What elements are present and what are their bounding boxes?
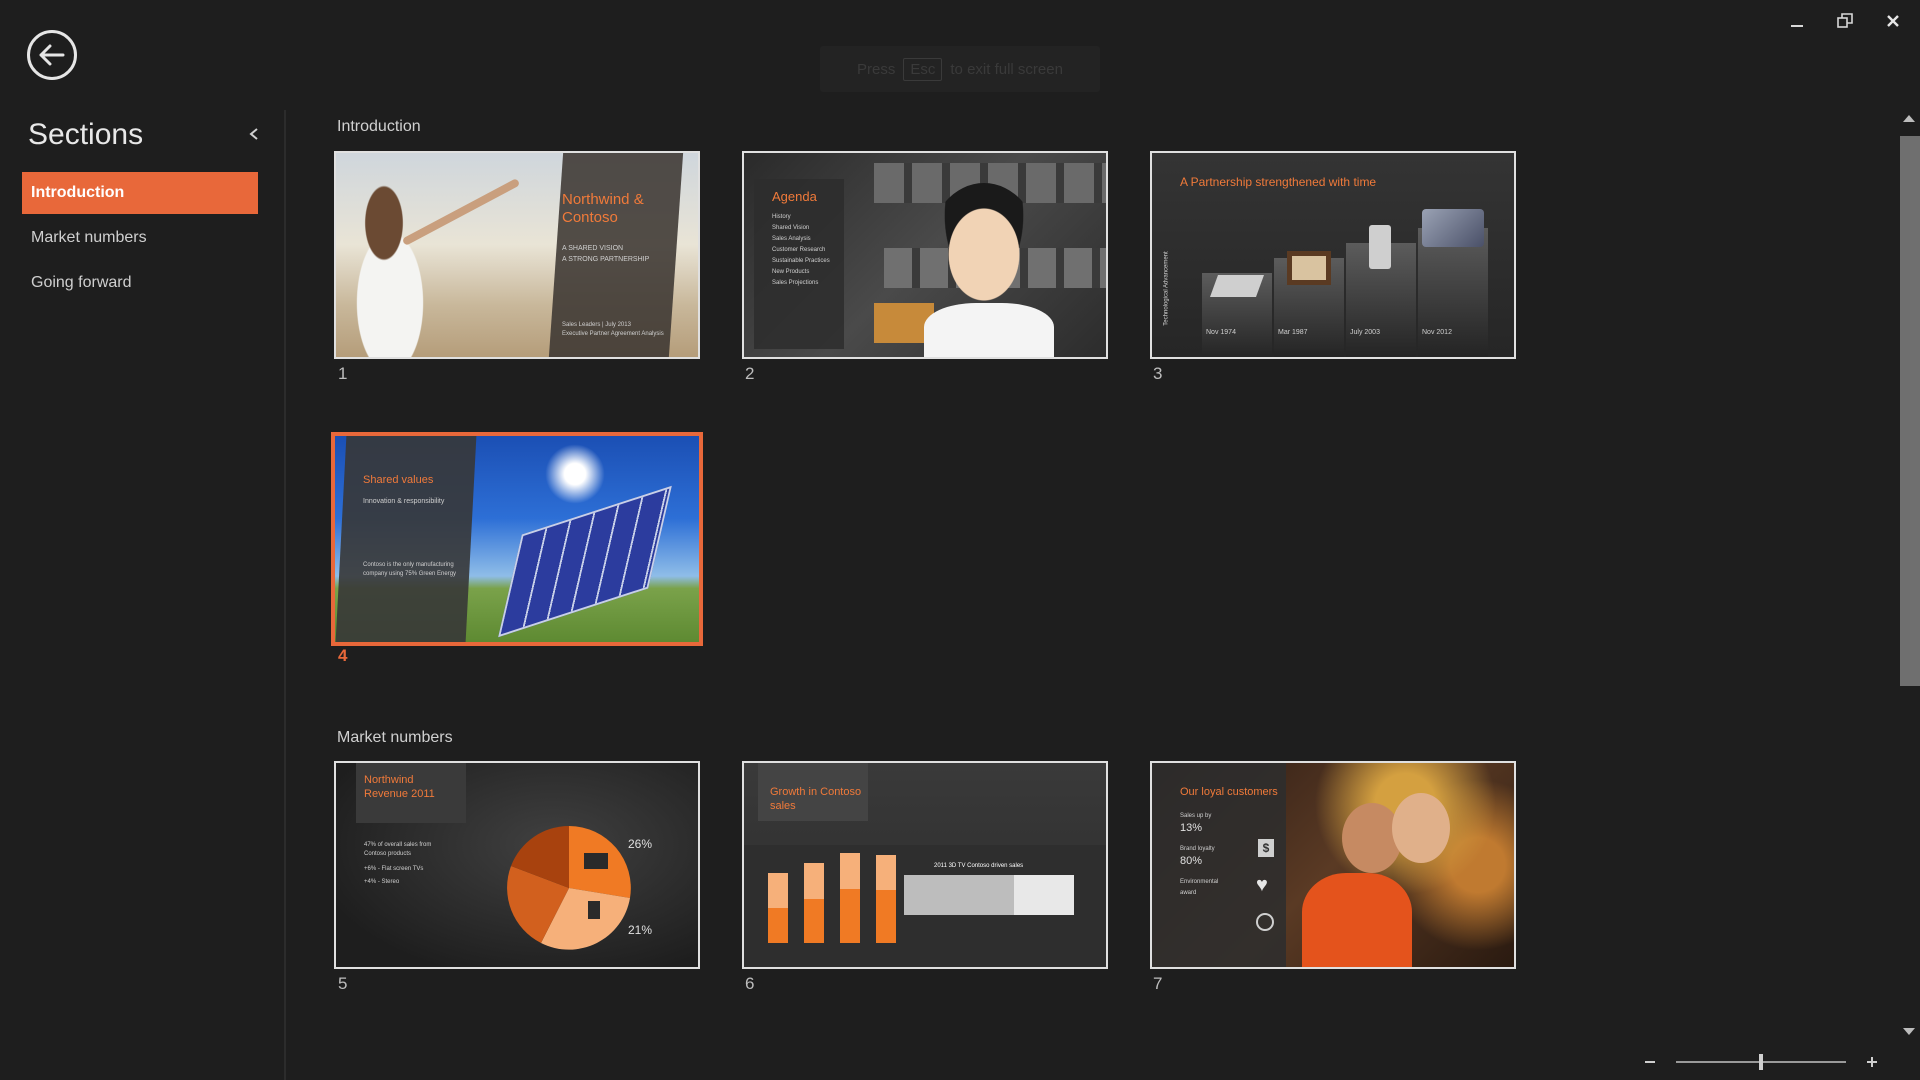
slide-thumbnail-6[interactable]: Growth in Contoso sales 2011 3D TV Conto… (742, 761, 1108, 969)
slide-2-agenda-item: Sales Projections (772, 280, 819, 286)
zoom-control (1642, 1054, 1880, 1070)
zoom-slider-knob[interactable] (1759, 1054, 1763, 1070)
slide-1-subtitle-1: A SHARED VISION (562, 245, 624, 252)
slide-5-title: Northwind Revenue 2011 (364, 774, 435, 800)
zoom-out-button[interactable] (1642, 1054, 1658, 1070)
slide-thumbnail-7[interactable]: Our loyal customers Sales up by 13% Bran… (1150, 761, 1516, 969)
flat-tv-icon (1422, 209, 1484, 247)
window-controls (1784, 8, 1906, 34)
slide-3-side-label: Technological Advancement (1163, 251, 1170, 326)
slide-5-body-1: 47% of overall sales from Contoso produc… (364, 842, 432, 857)
slide-5-pct-top: 26% (628, 837, 653, 851)
minimize-button[interactable] (1784, 8, 1810, 34)
collapse-sections-button[interactable] (244, 124, 264, 144)
section-item-going-forward[interactable]: Going forward (22, 262, 258, 304)
esc-hint-after: to exit full screen (950, 60, 1063, 78)
slide-7-stat-1-value: 13% (1180, 822, 1203, 834)
slide-thumbnail-3[interactable]: A Partnership strengthened with time Tec… (1150, 151, 1516, 359)
vertical-scrollbar[interactable] (1898, 110, 1920, 1040)
dollar-icon: $ (1258, 839, 1274, 857)
zoom-in-button[interactable] (1864, 1054, 1880, 1070)
zoom-slider[interactable] (1676, 1054, 1846, 1070)
slide-1-footer-1: Sales Leaders | July 2013 (562, 322, 631, 328)
slide-1-subtitle-2: A STRONG PARTNERSHIP (562, 256, 650, 263)
slide-1-title: Northwind & Contoso (562, 191, 644, 226)
arrow-down-icon (1903, 1028, 1915, 1035)
slide-2-agenda-item: New Products (772, 269, 810, 275)
slide-2-agenda-item: Customer Research (772, 247, 826, 253)
slide-5-body-2: +6% - Flat screen TVs (364, 866, 424, 872)
arrow-up-icon (1903, 115, 1915, 122)
slide-1-footer-2: Executive Partner Agreement Analysis (562, 331, 664, 337)
slide-2-agenda-item: Sales Analysis (772, 236, 811, 242)
slide-number-6: 6 (745, 974, 755, 993)
slide-3-milestone: July 2003 (1350, 329, 1380, 336)
slide-7-stat-1-label: Sales up by (1180, 813, 1212, 819)
exit-fullscreen-hint: Press Esc to exit full screen (820, 46, 1100, 92)
solar-panel-icon (498, 485, 672, 638)
sections-title: Sections (28, 118, 144, 151)
group-label-introduction: Introduction (337, 118, 421, 135)
scroll-thumb[interactable] (1900, 136, 1920, 686)
panel-divider (284, 110, 286, 1080)
heart-icon: ♥ (1256, 874, 1268, 896)
speaker-icon (1369, 225, 1391, 269)
section-item-introduction[interactable]: Introduction (22, 172, 258, 214)
globe-icon (1256, 913, 1274, 931)
television-icon (584, 853, 608, 869)
speaker-icon (588, 901, 600, 919)
slide-thumbnail-5[interactable]: Northwind Revenue 2011 47% of overall sa… (334, 761, 700, 969)
plus-icon (1867, 1057, 1877, 1067)
restore-icon (1837, 13, 1853, 28)
slide-3-milestone: Nov 2012 (1422, 329, 1452, 336)
slide-4-body: Contoso is the only manufacturing compan… (363, 562, 457, 577)
esc-hint-before: Press (857, 60, 896, 78)
slide-3-title: A Partnership strengthened with time (1180, 175, 1377, 189)
slide-6-title: Growth in Contoso sales (770, 786, 862, 812)
section-item-market-numbers[interactable]: Market numbers (22, 217, 258, 259)
scroll-down-button[interactable] (1901, 1024, 1917, 1040)
slide-number-5: 5 (338, 974, 348, 993)
group-label-market-numbers: Market numbers (337, 729, 453, 746)
slide-6-chart-caption: 2011 3D TV Contoso driven sales (934, 863, 1024, 869)
slide-thumbnail-1[interactable]: Northwind & Contoso A SHARED VISION A ST… (334, 151, 700, 359)
slide-4-title: Shared values (363, 474, 434, 486)
chevron-left-icon (249, 128, 258, 140)
restore-button[interactable] (1832, 8, 1858, 34)
close-button[interactable] (1880, 8, 1906, 34)
close-icon (1887, 15, 1899, 27)
slide-number-3: 3 (1153, 364, 1163, 383)
slide-number-7: 7 (1153, 974, 1163, 993)
slide-number-1: 1 (338, 364, 348, 383)
back-arrow-icon (39, 44, 65, 66)
minus-icon (1645, 1061, 1655, 1063)
record-player-icon (1209, 275, 1265, 297)
slide-5-pie-chart (507, 826, 631, 950)
slide-4-subtitle: Innovation & responsibility (363, 498, 445, 505)
slide-7-title: Our loyal customers (1180, 786, 1278, 798)
esc-key: Esc (903, 57, 943, 81)
slide-2-agenda-item: Sustainable Practices (772, 258, 830, 264)
slide-3-milestone: Mar 1987 (1278, 329, 1308, 336)
slide-2-agenda-item: History (772, 214, 791, 220)
slide-5-pct-bottom: 21% (628, 923, 653, 937)
scroll-up-button[interactable] (1901, 110, 1917, 126)
television-icon (1287, 251, 1331, 285)
slide-3-milestone: Nov 1974 (1206, 329, 1236, 336)
slide-number-4: 4 (338, 646, 348, 665)
slide-number-2: 2 (745, 364, 755, 383)
slide-2-title: Agenda (772, 189, 817, 204)
slide-2-agenda-item: Shared Vision (772, 225, 810, 231)
slide-thumbnail-2[interactable]: Agenda History Shared Vision Sales Analy… (742, 151, 1108, 359)
slide-5-body-3: +4% - Stereo (364, 879, 400, 885)
slide-7-stat-3-label: Environmental award (1180, 879, 1219, 896)
section-list: Introduction Market numbers Going forwar… (22, 172, 258, 307)
minimize-icon (1791, 25, 1803, 27)
slide-thumbnail-4[interactable]: Shared values Innovation & responsibilit… (331, 432, 703, 646)
back-button[interactable] (27, 30, 77, 80)
